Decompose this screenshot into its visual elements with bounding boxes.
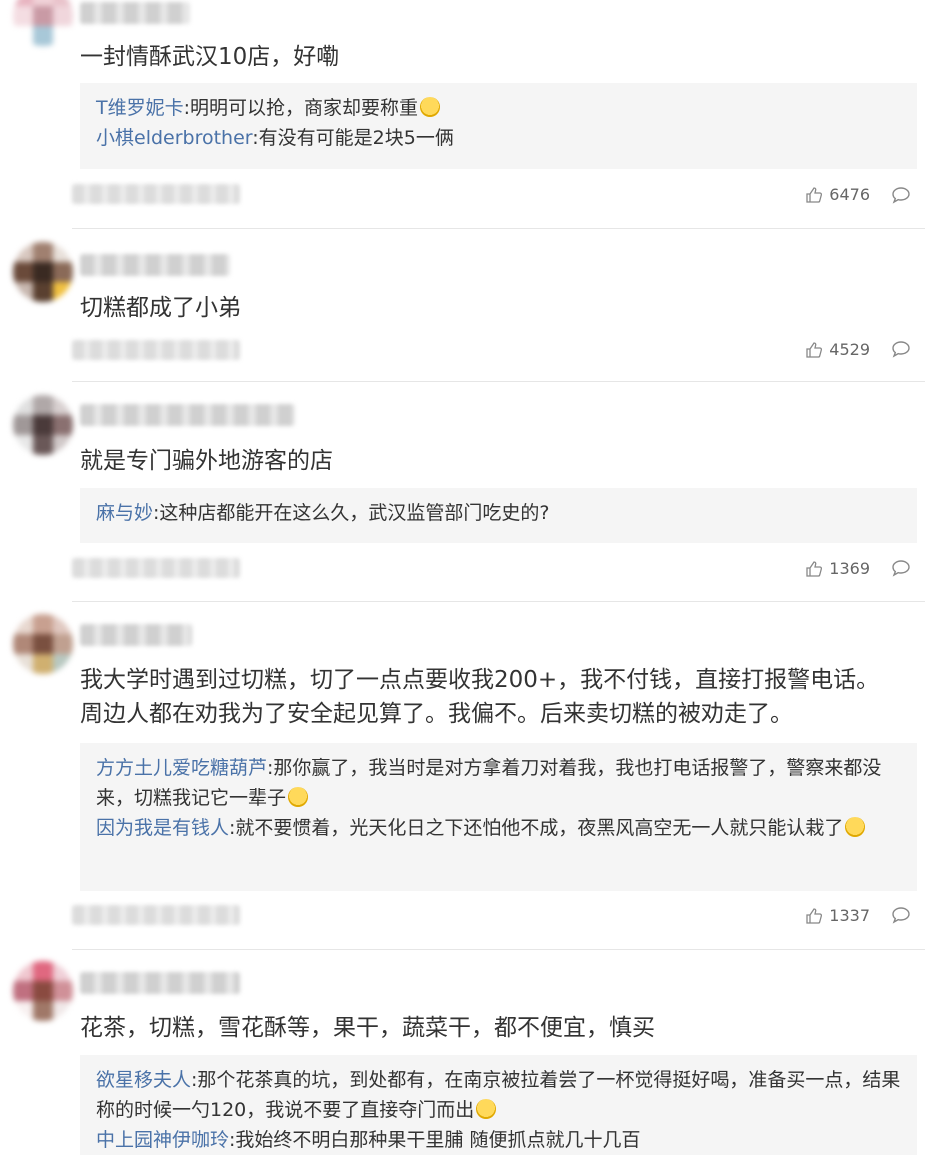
- divider: [72, 228, 925, 229]
- reply-text: :明明可以抢，商家却要称重: [183, 97, 419, 119]
- reply-user-link[interactable]: 中上园神伊咖玲: [96, 1129, 229, 1151]
- like-count: 6476: [829, 185, 870, 204]
- divider: [72, 949, 925, 950]
- divider: [72, 601, 925, 602]
- username-blurred[interactable]: [80, 2, 190, 24]
- comment-bubble-icon[interactable]: [891, 339, 911, 359]
- reply-line: 中上园神伊咖玲:我始终不明白那种果干里脯 随便抓点就几十几百: [96, 1125, 901, 1155]
- like-button[interactable]: 1369: [805, 559, 870, 578]
- username-blurred[interactable]: [80, 254, 230, 276]
- reply-box[interactable]: 方方土儿爱吃糖葫芦:那你赢了，我当时是对方拿着刀对着我，我也打电话报警了，警察来…: [80, 743, 917, 891]
- like-button[interactable]: 1337: [805, 906, 870, 925]
- timestamp-blurred: [72, 905, 240, 925]
- comment-text: 花茶，切糕，雪花酥等，果干，蔬菜干，都不便宜，慎买: [80, 1015, 655, 1041]
- comment-bubble-icon[interactable]: [891, 905, 911, 925]
- reply-text: :有没有可能是2块5一俩: [252, 127, 454, 149]
- comment-bubble-icon[interactable]: [891, 185, 911, 205]
- reply-line: 小棋elderbrother:有没有可能是2块5一俩: [96, 123, 901, 153]
- dog-emoji-icon: [420, 97, 441, 117]
- like-count: 1369: [829, 559, 870, 578]
- reply-user-link[interactable]: 小棋elderbrother: [96, 127, 252, 149]
- reply-box[interactable]: 欲星移夫人:那个花茶真的坑，到处都有，在南京被拉着尝了一杯觉得挺好喝，准备买一点…: [80, 1055, 917, 1155]
- timestamp-blurred: [72, 340, 240, 360]
- username-blurred[interactable]: [80, 404, 295, 426]
- reply-text: :我始终不明白那种果干里脯 随便抓点就几十几百: [229, 1129, 641, 1151]
- reply-line: 方方土儿爱吃糖葫芦:那你赢了，我当时是对方拿着刀对着我，我也打电话报警了，警察来…: [96, 753, 901, 813]
- reply-box[interactable]: T维罗妮卡:明明可以抢，商家却要称重 小棋elderbrother:有没有可能是…: [80, 83, 917, 169]
- username-blurred[interactable]: [80, 972, 240, 994]
- reply-text: :这种店都能开在这么久，武汉监管部门吃史的?: [153, 502, 550, 524]
- like-count: 4529: [829, 340, 870, 359]
- divider: [72, 381, 925, 382]
- thumbs-up-icon: [806, 186, 823, 203]
- reply-user-link[interactable]: T维罗妮卡: [96, 97, 184, 119]
- reply-line: 因为我是有钱人:就不要惯着，光天化日之下还怕他不成，夜黑风高空无一人就只能认栽了: [96, 813, 901, 843]
- avatar[interactable]: [13, 0, 73, 46]
- thumbs-up-icon: [806, 560, 823, 577]
- avatar[interactable]: [13, 395, 73, 455]
- like-button[interactable]: 6476: [805, 185, 870, 204]
- comment-text: 就是专门骗外地游客的店: [80, 448, 333, 474]
- reply-user-link[interactable]: 欲星移夫人: [96, 1069, 191, 1091]
- thumbs-up-icon: [806, 907, 823, 924]
- reply-box[interactable]: 麻与妙:这种店都能开在这么久，武汉监管部门吃史的?: [80, 488, 917, 543]
- comment-bubble-icon[interactable]: [891, 558, 911, 578]
- avatar[interactable]: [13, 242, 73, 302]
- torch-emoji-icon: [845, 817, 866, 837]
- thumbs-up-icon: [806, 341, 823, 358]
- reply-text: :就不要惯着，光天化日之下还怕他不成，夜黑风高空无一人就只能认栽了: [229, 817, 844, 839]
- reply-user-link[interactable]: 方方土儿爱吃糖葫芦: [96, 757, 267, 779]
- timestamp-blurred: [72, 184, 240, 204]
- like-button[interactable]: 4529: [805, 340, 870, 359]
- comment-text: 一封情酥武汉10店，好嘞: [80, 44, 340, 70]
- username-blurred[interactable]: [80, 624, 192, 646]
- timestamp-blurred: [72, 558, 240, 578]
- reply-line: T维罗妮卡:明明可以抢，商家却要称重: [96, 93, 901, 123]
- laughing-emoji-icon: [476, 1099, 497, 1119]
- smile-emoji-icon: [288, 787, 309, 807]
- reply-user-link[interactable]: 因为我是有钱人: [96, 817, 229, 839]
- comment-text: 我大学时遇到过切糕，切了一点点要收我200+，我不付钱，直接打报警电话。周边人都…: [80, 667, 880, 727]
- reply-user-link[interactable]: 麻与妙: [96, 502, 153, 524]
- reply-line: 麻与妙:这种店都能开在这么久，武汉监管部门吃史的?: [96, 498, 901, 528]
- like-count: 1337: [829, 906, 870, 925]
- avatar[interactable]: [13, 961, 73, 1021]
- comment-text: 切糕都成了小弟: [80, 295, 241, 321]
- reply-line: 欲星移夫人:那个花茶真的坑，到处都有，在南京被拉着尝了一杯觉得挺好喝，准备买一点…: [96, 1065, 901, 1125]
- avatar[interactable]: [13, 614, 73, 674]
- reply-text: :那个花茶真的坑，到处都有，在南京被拉着尝了一杯觉得挺好喝，准备买一点，结果称的…: [96, 1069, 901, 1121]
